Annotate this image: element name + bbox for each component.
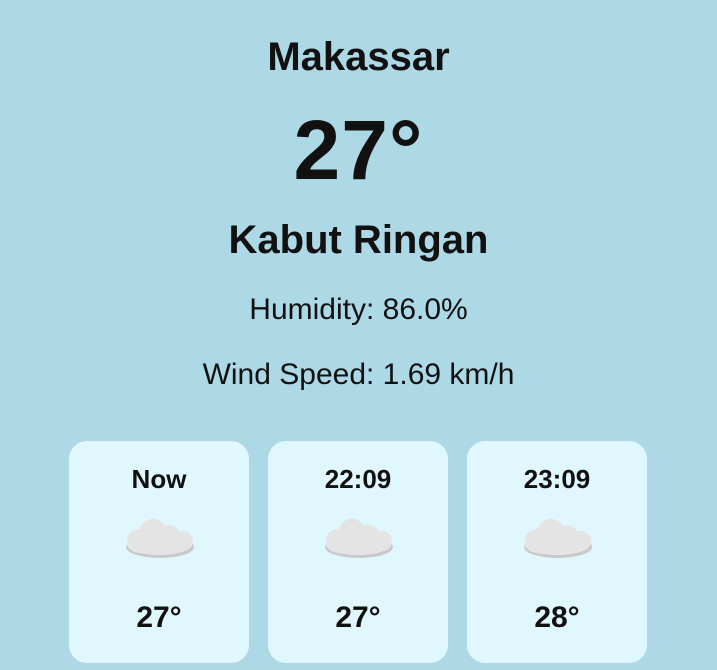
forecast-temperature: 28° <box>534 601 580 634</box>
forecast-time: 23:09 <box>523 464 591 494</box>
forecast-card-2209[interactable]: 22:09 27° <box>268 441 448 663</box>
forecast-temperature: 27° <box>335 601 381 634</box>
forecast-card-2309[interactable]: 23:09 28° <box>467 441 647 663</box>
weather-condition: Kabut Ringan <box>228 218 489 262</box>
forecast-temperature: 27° <box>136 601 182 634</box>
humidity-text: Humidity: 86.0% <box>249 293 468 326</box>
forecast-time: 22:09 <box>324 464 392 494</box>
city-name: Makassar <box>267 35 450 79</box>
cloud-icon <box>524 519 592 558</box>
wind-speed-text: Wind Speed: 1.69 km/h <box>202 358 515 391</box>
forecast-card-now[interactable]: Now 27° <box>69 441 249 663</box>
forecast-time: Now <box>131 464 187 494</box>
cloud-icon <box>325 519 393 558</box>
current-temperature: 27° <box>293 103 424 197</box>
cloud-icon <box>126 519 194 558</box>
